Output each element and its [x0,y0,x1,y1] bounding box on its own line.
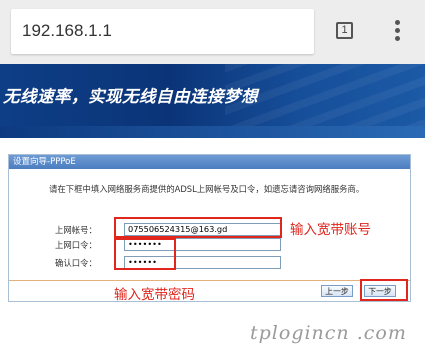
account-label: 上网帐号： [55,225,97,235]
password-label: 上网口令： [55,240,97,250]
account-highlight-box [114,217,282,238]
url-text: 192.168.1.1 [22,21,112,40]
next-button-highlight-box [360,279,408,301]
banner-slogan: 无线速率，实现无线自由连接梦想 [3,87,258,106]
address-bar[interactable]: 192.168.1.1 [11,9,314,54]
browser-toolbar: 192.168.1.1 1 [0,0,425,64]
tab-switcher-icon[interactable]: 1 [336,22,353,39]
vertical-dots-icon[interactable] [390,20,404,44]
password-highlight-box [114,238,176,270]
previous-button[interactable]: 上一步 [321,285,353,297]
wizard-title: 设置向导-PPPoE [9,155,410,169]
account-annotation: 输入宽带账号 [290,222,371,238]
banner-stripe [0,126,425,138]
confirm-password-label: 确认口令： [55,258,97,268]
panel-divider [9,280,410,281]
router-banner: 无线速率，实现无线自由连接梦想 [0,64,425,126]
site-watermark: tplogincn .com [250,322,407,344]
password-annotation: 输入宽带密码 [114,287,195,303]
wizard-description: 请在下框中填入网络服务商提供的ADSL上网帐号及口令，如遗忘请咨询网络服务商。 [49,184,365,194]
